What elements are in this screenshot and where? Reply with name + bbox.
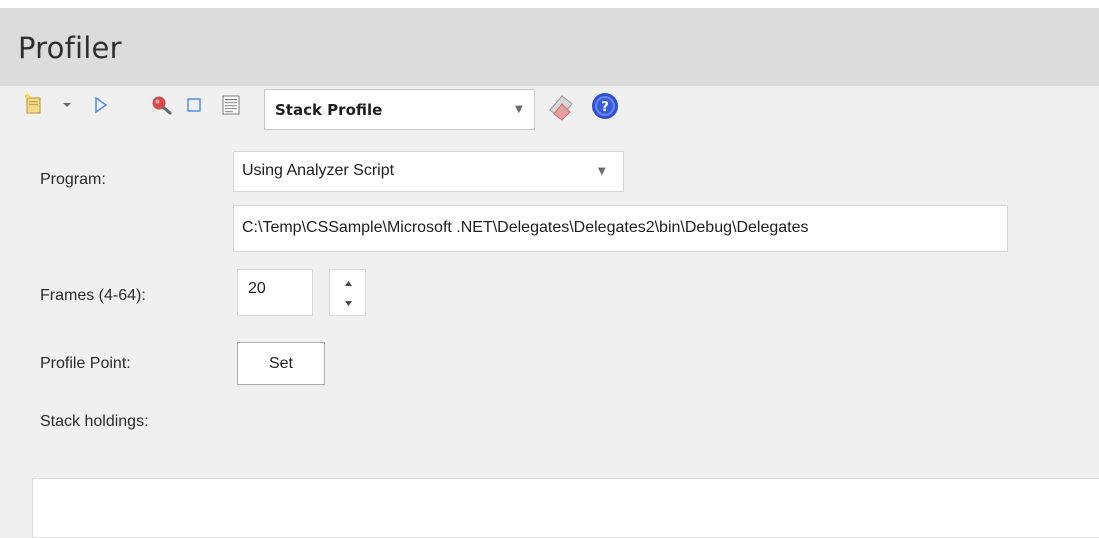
spin-down-icon[interactable] bbox=[344, 300, 353, 307]
run-icon[interactable] bbox=[93, 96, 109, 114]
new-script-icon[interactable] bbox=[24, 93, 44, 115]
program-path-value: C:\Temp\CSSample\Microsoft .NET\Delegate… bbox=[242, 219, 809, 236]
frames-label: Frames (4-64): bbox=[40, 287, 146, 304]
report-icon[interactable] bbox=[221, 94, 241, 116]
clear-icon[interactable] bbox=[544, 90, 578, 122]
dropdown-arrow-icon[interactable] bbox=[62, 101, 72, 109]
window-top-strip bbox=[0, 0, 1099, 8]
program-mode-select[interactable]: Using Analyzer Script ▼ bbox=[233, 151, 624, 192]
spin-up-icon[interactable] bbox=[344, 280, 353, 287]
set-button[interactable]: Set bbox=[237, 342, 325, 385]
search-icon[interactable] bbox=[150, 94, 174, 116]
frames-stepper[interactable] bbox=[329, 269, 366, 316]
program-path-field[interactable]: C:\Temp\CSSample\Microsoft .NET\Delegate… bbox=[233, 205, 1008, 252]
stop-icon[interactable] bbox=[186, 97, 202, 113]
stack-holdings-list[interactable] bbox=[32, 478, 1099, 538]
program-mode-value: Using Analyzer Script bbox=[242, 162, 395, 179]
chevron-down-icon: ▼ bbox=[598, 166, 606, 177]
profile-type-select[interactable]: Stack Profile ▼ bbox=[264, 89, 535, 130]
profile-point-label: Profile Point: bbox=[40, 355, 131, 372]
frames-value: 20 bbox=[248, 280, 266, 297]
profile-type-value: Stack Profile bbox=[275, 101, 383, 119]
frames-field[interactable]: 20 bbox=[237, 269, 313, 316]
help-icon[interactable]: ? bbox=[589, 90, 621, 122]
program-label: Program: bbox=[40, 171, 106, 188]
chevron-down-icon: ▼ bbox=[515, 104, 523, 115]
panel-title: Profiler bbox=[18, 31, 122, 65]
toolbar: Stack Profile ▼ ? bbox=[0, 86, 1099, 131]
svg-text:?: ? bbox=[601, 100, 609, 115]
title-bar: Profiler bbox=[0, 8, 1099, 86]
stack-holdings-label: Stack holdings: bbox=[40, 413, 149, 430]
